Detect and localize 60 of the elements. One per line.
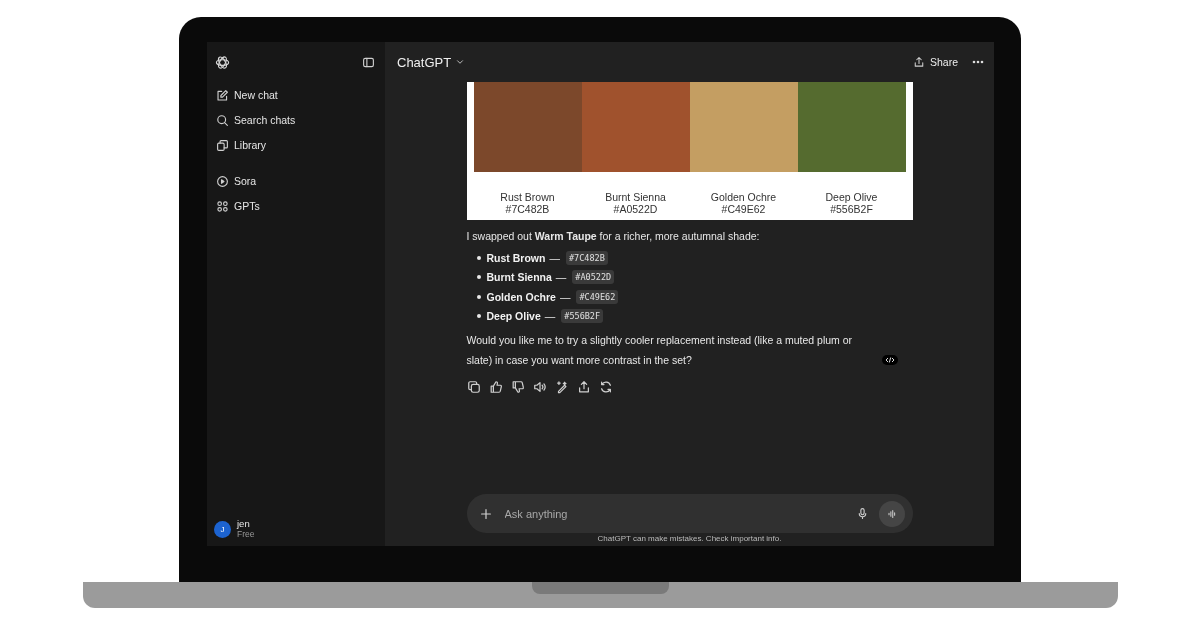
hex-code: #A0522D — [572, 270, 615, 285]
share-icon — [576, 380, 591, 394]
sidebar-item[interactable]: Search chats — [213, 109, 379, 131]
message-text: I swapped out Warm Taupe for a richer, more autumnal shade: — [466, 229, 761, 244]
dash: — — [559, 290, 571, 303]
edit-icon — [216, 88, 229, 102]
message-field[interactable]: Ask anything — [466, 494, 913, 533]
dash: — — [544, 310, 556, 323]
avatar[interactable]: J — [214, 520, 231, 538]
share-icon — [912, 56, 925, 68]
swatch-name: Golden Ochre — [709, 191, 778, 203]
bullet-dot — [476, 275, 481, 280]
hex-code: #C49E62 — [576, 289, 619, 304]
message-text: Would you like me to try a slightly cooler replacement instead (like a muted plum or slate) in case you want more contrast in the set? — [466, 333, 854, 368]
bullet-dot — [476, 294, 481, 299]
hex-code: #556B2F — [561, 309, 604, 324]
swatch-name: Deep Olive — [824, 191, 879, 203]
code-badge-icon — [881, 355, 898, 365]
pen-sparkle-icon — [554, 380, 569, 394]
swatch-hex: #7C482B — [504, 203, 551, 215]
color-name: Rust Brown — [486, 251, 546, 264]
images-icon — [216, 138, 229, 152]
plus-icon — [478, 506, 493, 521]
sidebar-toggle-icon — [362, 56, 375, 69]
search-icon — [216, 113, 229, 127]
sidebar-item[interactable]: New chat — [213, 84, 379, 106]
play-icon — [216, 174, 229, 188]
speaker-icon — [532, 380, 547, 394]
color-name: Deep Olive — [486, 310, 541, 323]
bullet-dot — [476, 255, 481, 260]
logo-icon — [215, 55, 230, 70]
user-name: jen — [237, 518, 251, 529]
swatch-hex: #C49E62 — [720, 203, 767, 215]
sidebar-item[interactable]: Sora — [213, 170, 379, 192]
dash: — — [555, 271, 567, 284]
swatch-hex: #A0522D — [612, 203, 659, 215]
copy-icon — [466, 380, 481, 394]
grid-icon — [216, 199, 229, 213]
message-input[interactable]: Ask anything — [502, 506, 846, 521]
hex-code: #7C482B — [565, 250, 608, 265]
dash: — — [549, 251, 560, 264]
refresh-icon — [598, 380, 613, 394]
thumbs-up-icon — [488, 380, 503, 394]
user-plan: Free — [237, 529, 255, 540]
voice-button[interactable] — [878, 500, 905, 527]
swatch-name: Rust Brown — [499, 191, 556, 203]
share-button[interactable]: Share — [912, 56, 958, 68]
model-selector[interactable]: ChatGPT — [397, 54, 466, 70]
swatch-name: Burnt Sienna — [604, 191, 667, 203]
thumbs-down-icon — [510, 380, 525, 394]
bullet-dot — [476, 314, 481, 319]
swatch-hex: #556B2F — [829, 203, 874, 215]
color-name: Burnt Sienna — [486, 271, 552, 284]
chevron-down-icon — [455, 57, 466, 67]
sidebar-item[interactable]: Library — [213, 134, 379, 156]
sidebar-item[interactable]: GPTs — [213, 195, 379, 217]
waveform-icon — [885, 507, 898, 520]
more-icon[interactable] — [972, 60, 984, 64]
color-name: Golden Ochre — [486, 290, 556, 303]
disclaimer-text: ChatGPT can make mistakes. Check important info. — [596, 533, 783, 545]
